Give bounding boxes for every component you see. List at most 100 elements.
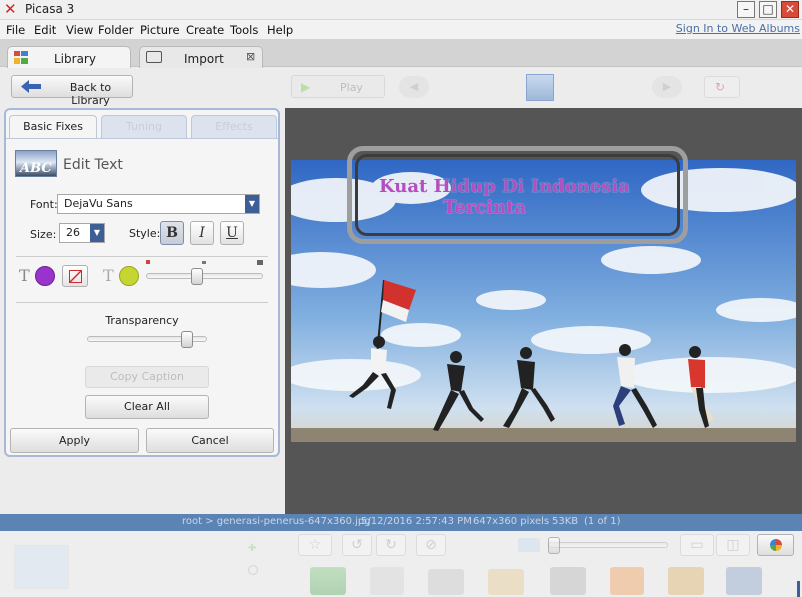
clear-all-button[interactable]: Clear All [85,395,209,419]
tray-scroll-marker [797,581,800,597]
menu-tools[interactable]: Tools [230,23,258,37]
web-albums-icon [769,538,783,552]
movie-icon[interactable] [726,567,762,595]
close-button[interactable]: ✕ [781,1,799,18]
size-value: 26 [66,226,80,239]
rotate-view-button[interactable]: ↻ [704,76,740,98]
picasa-logo-icon: ✕ [4,0,17,18]
edit-toolbar: Back to Library ▶ Play ◀ ▶ ↻ [0,68,802,107]
rotate-right-icon: ↻ [385,537,397,553]
cancel-button[interactable]: Cancel [146,428,274,453]
rotate-right-button[interactable]: ↻ [376,534,406,556]
back-to-library-button[interactable]: Back to Library [11,75,133,107]
view-compare-button[interactable]: ◫ [716,534,750,556]
menu-bar: File Edit View Folder Picture Create Too… [0,20,802,39]
menu-folder[interactable]: Folder [98,23,134,37]
tab-basic-fixes[interactable]: Basic Fixes [9,115,97,139]
chevron-down-icon: ▼ [90,224,104,242]
edit-text-heading: Edit Text [63,157,123,173]
apply-button[interactable]: Apply [10,428,139,453]
photo-tray: ✚ ☆ ↺ ↻ ⊘ ▭ ◫ [0,531,802,597]
tab-tuning[interactable]: Tuning [101,115,187,139]
close-tab-icon[interactable]: ⊠ [246,50,255,63]
rotate-left-button[interactable]: ↺ [342,534,372,556]
play-button[interactable]: ▶ Play [291,75,385,98]
font-value: DejaVu Sans [64,197,133,210]
size-select[interactable]: 26 ▼ [59,223,105,243]
text-color-swatch[interactable] [35,266,55,286]
tab-import-label: Import [184,52,224,66]
tag-icon: ⊘ [425,537,437,553]
underline-button[interactable]: U [220,221,244,245]
title-bar: ✕ Picasa 3 – □ ✕ [0,0,802,20]
font-select[interactable]: DejaVu Sans ▼ [57,194,260,214]
menu-picture[interactable]: Picture [140,23,180,37]
divider [16,256,268,257]
sign-in-link[interactable]: Sign In to Web Albums [676,22,800,35]
outline-slider-max-mark [257,260,263,265]
no-fill-button[interactable] [62,265,88,287]
single-view-icon: ▭ [690,537,704,553]
minimize-button[interactable]: – [737,1,755,18]
star-icon: ☆ [308,537,322,553]
tab-library[interactable]: Library [7,46,131,68]
outline-color-glyph: T [103,266,114,285]
status-bar: root > generasi-penerus-647x360.jpg 5/12… [0,514,802,531]
compare-view-icon: ◫ [726,537,740,553]
outline-width-slider[interactable] [146,273,263,279]
star-button[interactable]: ☆ [298,534,332,556]
zoom-slider-thumb[interactable] [548,537,560,554]
maximize-button[interactable]: □ [759,1,777,18]
transparency-slider-thumb[interactable] [180,331,193,348]
outline-width-slider-thumb[interactable] [191,268,204,285]
chevron-down-icon: ▼ [245,195,259,213]
subtab-divider [6,138,278,139]
email-icon[interactable] [370,567,404,595]
play-label: Play [340,81,363,94]
edit-text-badge: ABC [15,150,57,177]
overlay-text-line-2[interactable]: Tercinta [443,197,526,218]
menu-file[interactable]: File [6,23,25,37]
collage-icon[interactable] [668,567,704,595]
shop-icon[interactable] [550,567,586,595]
previous-photo-button[interactable]: ◀ [399,76,429,98]
tray-thumbnail[interactable] [14,545,69,589]
outline-color-swatch[interactable] [119,266,139,286]
back-arrow-icon [21,80,41,93]
size-label: Size: [30,228,57,241]
play-icon: ▶ [301,80,311,94]
outline-slider-mid-mark [202,261,206,264]
copy-caption-button[interactable]: Copy Caption [85,366,209,388]
view-single-button[interactable]: ▭ [680,534,714,556]
no-fill-icon [69,270,82,283]
export-folder-icon[interactable] [488,569,524,595]
tab-import[interactable]: Import ⊠ [139,46,263,68]
style-label: Style: [129,227,161,240]
menu-view[interactable]: View [66,23,93,37]
camera-icon [146,51,162,63]
view-tabs: Library Import ⊠ [0,39,802,68]
bold-button[interactable]: B [160,221,184,245]
menu-create[interactable]: Create [186,23,224,37]
edit-panel: Basic Fixes Tuning Effects ABC Edit Text… [4,108,280,457]
print-icon[interactable] [428,569,464,595]
blogger-icon[interactable] [610,567,644,595]
menu-help[interactable]: Help [267,23,293,37]
tab-library-label: Library [54,52,96,66]
filmstrip-thumbnail[interactable] [526,74,554,101]
web-albums-button[interactable] [757,534,794,556]
status-position: (1 of 1) [584,516,621,527]
rotate-icon: ↻ [715,80,726,94]
library-icon [14,51,28,64]
overlay-text-line-1[interactable]: Kuat Hidup Di Indonesia [379,176,630,197]
upload-icon[interactable] [310,567,346,595]
italic-button[interactable]: I [190,221,214,245]
tag-button[interactable]: ⊘ [416,534,446,556]
next-photo-button[interactable]: ▶ [652,76,682,98]
tray-clear-icon[interactable] [248,565,258,575]
back-to-library-label: Back to Library [69,81,112,107]
zoom-slider[interactable] [548,542,668,548]
window-title: Picasa 3 [25,2,75,16]
tab-effects[interactable]: Effects [191,115,277,139]
menu-edit[interactable]: Edit [34,23,56,37]
